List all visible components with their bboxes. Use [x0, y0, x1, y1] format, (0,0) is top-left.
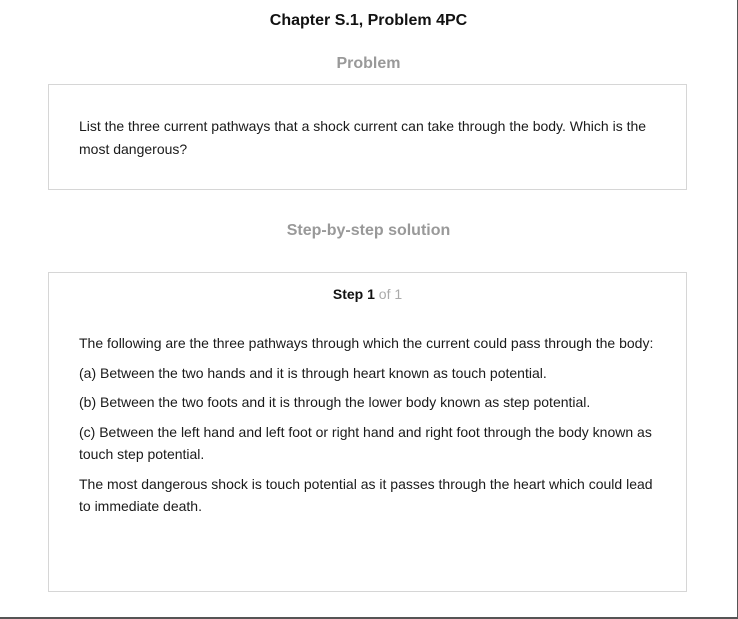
solution-paragraph: (c) Between the left hand and left foot … — [79, 423, 652, 463]
solution-page: Chapter S.1, Problem 4PC Problem List th… — [0, 0, 738, 619]
problem-box: List the three current pathways that a s… — [48, 84, 687, 190]
solution-paragraph: (b) Between the two foots and it is thro… — [79, 394, 591, 410]
solution-paragraph: The most dangerous shock is touch potent… — [79, 475, 653, 515]
solution-box: Step 1 of 1 The following are the three … — [48, 272, 687, 592]
solution-paragraph: The following are the three pathways thr… — [79, 335, 654, 351]
solution-paragraph: (a) Between the two hands and it is thro… — [79, 364, 547, 381]
step-word: Step — [332, 286, 364, 302]
solution-heading: Step-by-step solution — [286, 222, 451, 239]
problem-text: List the three current pathways that a s… — [79, 118, 647, 157]
step-number: 1 — [367, 286, 375, 302]
problem-heading: Problem — [336, 55, 401, 72]
step-indicator: Step 1 of 1 — [49, 286, 686, 302]
step-total: of 1 — [378, 286, 403, 302]
chapter-title: Chapter S.1, Problem 4PC — [269, 12, 468, 29]
step-body: The following are the three pathways thr… — [79, 332, 656, 525]
